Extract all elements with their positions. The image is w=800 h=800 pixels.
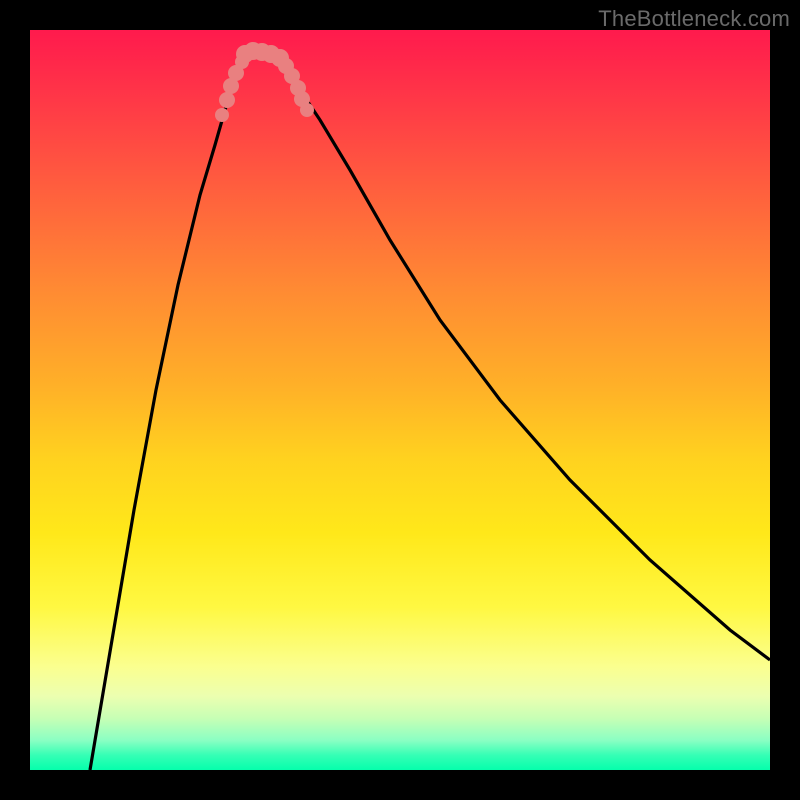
chart-frame: TheBottleneck.com xyxy=(0,0,800,800)
heat-gradient-background xyxy=(30,30,770,770)
plot-area xyxy=(30,30,770,770)
watermark-text: TheBottleneck.com xyxy=(598,6,790,32)
